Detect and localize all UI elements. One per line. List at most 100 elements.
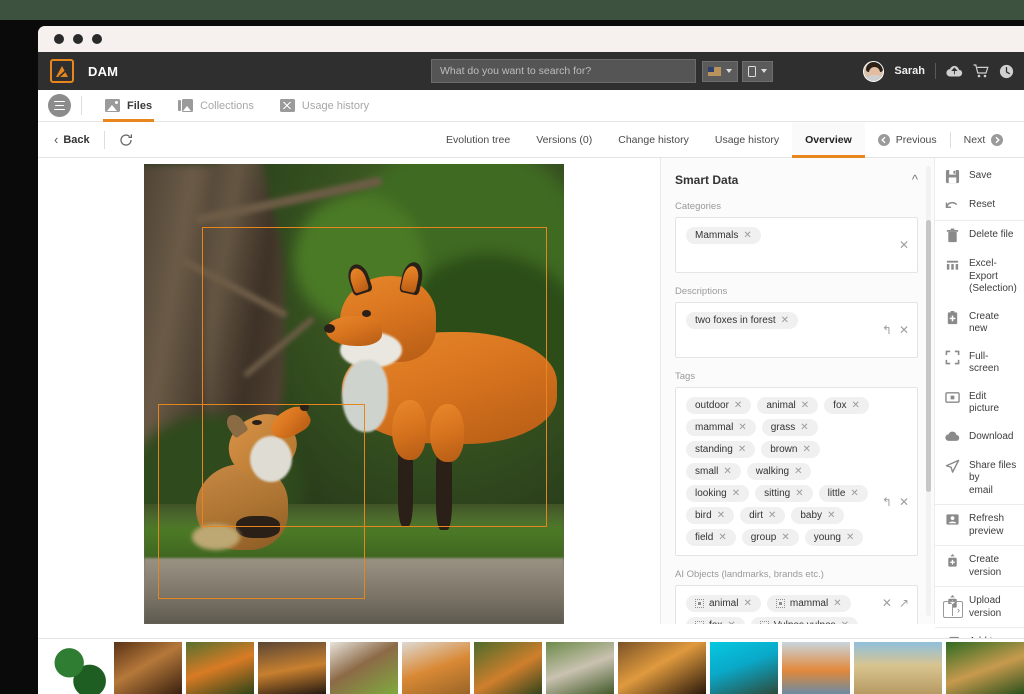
close-icon[interactable]: ✕ [852, 401, 860, 411]
avatar[interactable] [863, 61, 884, 82]
close-icon[interactable]: ✕ [794, 467, 802, 477]
window-close-button[interactable] [54, 34, 64, 44]
tab-usage-history[interactable]: Usage history [702, 122, 792, 158]
nav-tab-files[interactable]: Files [92, 90, 165, 122]
panel-collapse-icon[interactable]: › [943, 601, 963, 618]
action-download[interactable]: Download [935, 423, 1024, 452]
thumbnail-fox-cub-rocks[interactable] [474, 642, 542, 694]
thumbnail-fox-in-forest[interactable] [186, 642, 254, 694]
close-icon[interactable]: ✕ [781, 316, 789, 326]
previous-button[interactable]: Previous [865, 122, 950, 158]
chip-tag[interactable]: little✕ [819, 485, 868, 502]
chip-tag[interactable]: outdoor✕ [686, 397, 751, 414]
tab-change-history[interactable]: Change history [605, 122, 702, 158]
close-icon[interactable]: ✕ [841, 621, 849, 625]
chip-ai-object[interactable]: mammal✕ [767, 595, 851, 612]
thumbnail-filmstrip[interactable] [38, 638, 1024, 694]
thumbnail-fox-standing-blue[interactable] [782, 642, 850, 694]
thumbnail-fox-face-snow[interactable] [402, 642, 470, 694]
thumbnail-lions-in-grass[interactable] [946, 642, 1024, 694]
action-reset[interactable]: Reset [935, 191, 1024, 220]
chip-tag[interactable]: walking✕ [747, 463, 812, 480]
close-icon[interactable]: ✕ [781, 533, 789, 543]
close-icon[interactable]: ✕ [718, 533, 726, 543]
chip-tag[interactable]: group✕ [742, 529, 799, 546]
action-edit-picture[interactable]: Edit picture [935, 383, 1024, 423]
close-icon[interactable]: ✕ [802, 445, 810, 455]
chevron-up-icon[interactable]: ^ [912, 172, 918, 187]
language-selector[interactable] [702, 61, 738, 82]
action-share-files-by-email[interactable]: Share files by email [935, 452, 1024, 505]
close-icon[interactable]: ✕ [734, 401, 742, 411]
chip-ai-object[interactable]: fox✕ [686, 617, 745, 624]
chip-tag[interactable]: mammal✕ [686, 419, 756, 436]
thumbnail-zebras-savanna[interactable] [854, 642, 942, 694]
close-icon[interactable]: ✕ [743, 231, 751, 241]
chip-ai-object[interactable]: animal✕ [686, 595, 761, 612]
shopping-cart-icon[interactable] [973, 64, 989, 78]
descriptions-field[interactable]: two foxes in forest ✕ ↰ ✕ [675, 302, 918, 358]
panel-scrollbar[interactable] [926, 166, 931, 616]
chip-tag[interactable]: standing✕ [686, 441, 755, 458]
thumbnail-monkey-in-tree[interactable] [546, 642, 614, 694]
window-maximize-button[interactable] [92, 34, 102, 44]
action-delete-file[interactable]: Delete file [935, 220, 1024, 250]
nav-tab-usage-history[interactable]: Usage history [267, 90, 382, 122]
chip-ai-object[interactable]: Vulpes vulpes✕ [751, 617, 858, 624]
chip-tag[interactable]: small✕ [686, 463, 741, 480]
close-icon[interactable]: ✕ [899, 323, 909, 337]
close-icon[interactable]: ✕ [795, 489, 803, 499]
thumbnail-lion-cub-closeup[interactable] [114, 642, 182, 694]
action-full-screen[interactable]: Full-screen [935, 343, 1024, 383]
close-icon[interactable]: ✕ [738, 445, 746, 455]
close-icon[interactable]: ✕ [727, 621, 735, 625]
tags-field[interactable]: outdoor✕animal✕fox✕mammal✕grass✕standing… [675, 387, 918, 556]
close-icon[interactable]: ✕ [846, 533, 854, 543]
action-create-new[interactable]: Create new [935, 303, 1024, 343]
close-icon[interactable]: ✕ [732, 489, 740, 499]
thumbnail-tiger-face[interactable] [618, 642, 706, 694]
chip-tag[interactable]: looking✕ [686, 485, 749, 502]
hamburger-menu-icon[interactable] [48, 94, 71, 117]
nav-tab-collections[interactable]: Collections [165, 90, 267, 122]
chip-tag[interactable]: brown✕ [761, 441, 820, 458]
close-icon[interactable]: ✕ [833, 599, 841, 609]
close-icon[interactable]: ✕ [738, 423, 746, 433]
chip-tag[interactable]: baby✕ [791, 507, 844, 524]
close-icon[interactable]: ✕ [899, 238, 909, 252]
search-input[interactable] [431, 59, 696, 83]
close-icon[interactable]: ✕ [717, 511, 725, 521]
refresh-icon[interactable] [119, 133, 133, 147]
close-icon[interactable]: ✕ [801, 401, 809, 411]
tab-versions[interactable]: Versions (0) [523, 122, 605, 158]
action-excel-export-selection[interactable]: Excel-Export (Selection) [935, 250, 1024, 303]
undo-icon[interactable]: ↰ [882, 495, 892, 509]
close-icon[interactable]: ✕ [768, 511, 776, 521]
action-save[interactable]: Save [935, 162, 1024, 191]
chip-tag[interactable]: young✕ [805, 529, 864, 546]
close-icon[interactable]: ✕ [723, 467, 731, 477]
chip-category[interactable]: Mammals ✕ [686, 227, 761, 244]
chip-tag[interactable]: field✕ [686, 529, 736, 546]
fox-cub-box[interactable] [158, 404, 365, 599]
ai-objects-field[interactable]: animal✕ mammal✕ fox✕ Vulpes vulpes✕ ✕ ↗ [675, 585, 918, 624]
next-button[interactable]: Next [951, 122, 1017, 158]
close-icon[interactable]: ✕ [899, 495, 909, 509]
chip-description[interactable]: two foxes in forest ✕ [686, 312, 798, 329]
close-icon[interactable]: ✕ [800, 423, 808, 433]
thumbnail-sea-turtle[interactable] [710, 642, 778, 694]
window-minimize-button[interactable] [73, 34, 83, 44]
device-selector[interactable] [742, 61, 773, 82]
chip-tag[interactable]: animal✕ [757, 397, 818, 414]
preview-image[interactable] [144, 164, 564, 624]
external-link-icon[interactable]: ↗ [899, 596, 909, 610]
cloud-upload-icon[interactable] [946, 65, 963, 78]
back-button[interactable]: ‹ Back [38, 132, 90, 147]
thumbnail-monstera-leaves[interactable] [42, 642, 110, 694]
chip-tag[interactable]: sitting✕ [755, 485, 813, 502]
undo-icon[interactable]: ↰ [882, 323, 892, 337]
close-icon[interactable]: ✕ [882, 596, 892, 610]
chip-tag[interactable]: bird✕ [686, 507, 734, 524]
tab-overview[interactable]: Overview [792, 122, 865, 158]
chip-tag[interactable]: grass✕ [762, 419, 818, 436]
